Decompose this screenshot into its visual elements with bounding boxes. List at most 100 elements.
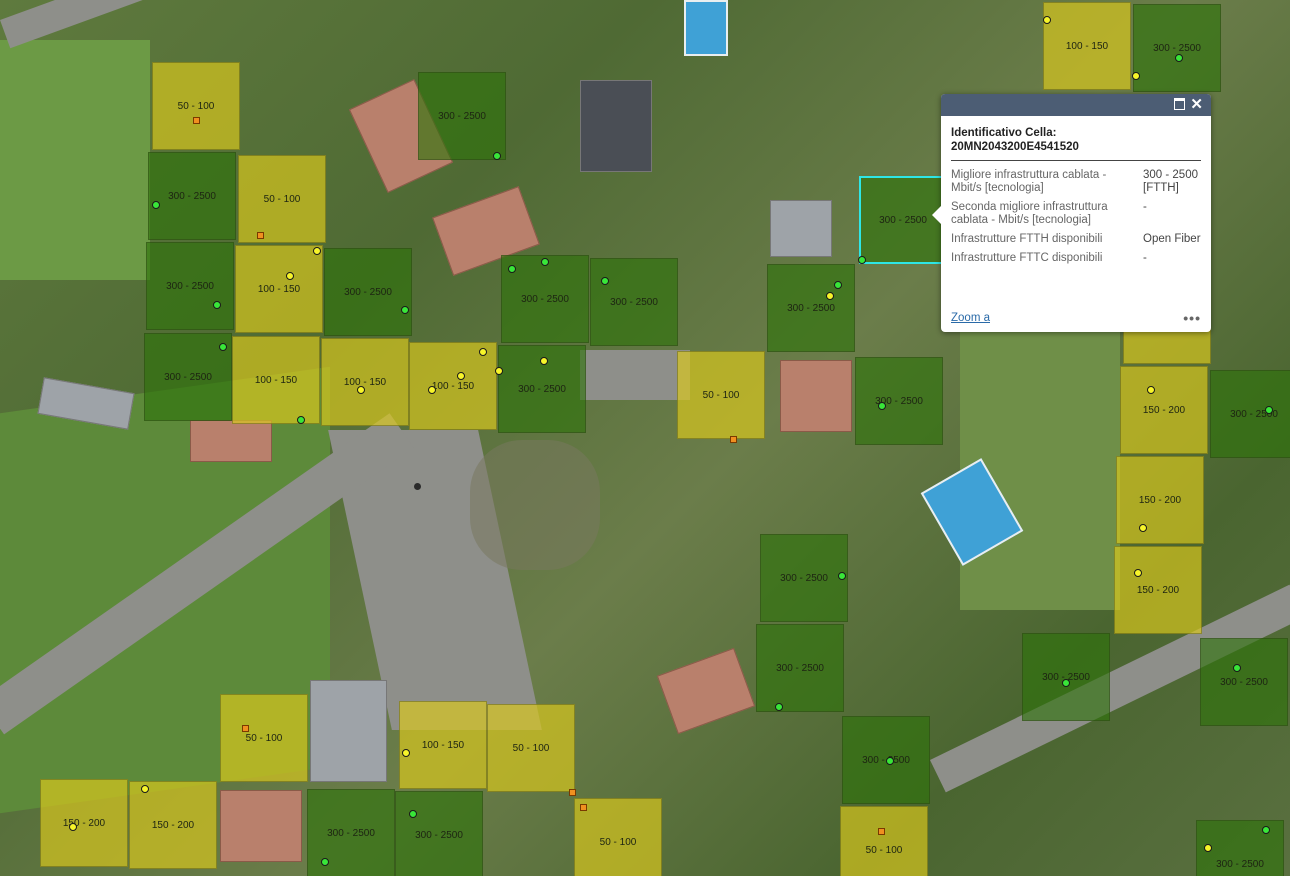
cell-speed-label: 300 - 2500 (776, 662, 824, 674)
coverage-cell[interactable]: 100 - 150 (232, 336, 320, 424)
copper-point-marker[interactable] (402, 749, 410, 757)
fiber-point-marker[interactable] (1265, 406, 1273, 414)
coverage-cell[interactable]: 100 - 150 (1043, 2, 1131, 90)
coverage-cell[interactable]: 300 - 2500 (148, 152, 236, 240)
cabinet-marker[interactable] (580, 804, 587, 811)
copper-point-marker[interactable] (1139, 524, 1147, 532)
copper-point-marker[interactable] (141, 785, 149, 793)
copper-point-marker[interactable] (69, 823, 77, 831)
fiber-point-marker[interactable] (1233, 664, 1241, 672)
cell-speed-label: 300 - 2500 (166, 280, 214, 292)
cabinet-marker[interactable] (193, 117, 200, 124)
coverage-cell[interactable]: 50 - 100 (487, 704, 575, 792)
coverage-cell[interactable]: 100 - 150 (235, 245, 323, 333)
coverage-cell[interactable]: 50 - 100 (840, 806, 928, 876)
map-view[interactable]: 50 - 100 300 - 2500 300 - 2500 50 - 100 … (0, 0, 1290, 876)
coverage-cell[interactable]: 300 - 2500 (1022, 633, 1110, 721)
coverage-cell[interactable]: 300 - 2500 (395, 791, 483, 876)
fiber-point-marker[interactable] (1062, 679, 1070, 687)
copper-point-marker[interactable] (457, 372, 465, 380)
cell-speed-label: 300 - 2500 (610, 296, 658, 308)
copper-point-marker[interactable] (1204, 844, 1212, 852)
copper-point-marker[interactable] (540, 357, 548, 365)
coverage-cell[interactable]: 300 - 2500 (756, 624, 844, 712)
fiber-point-marker[interactable] (1175, 54, 1183, 62)
copper-point-marker[interactable] (495, 367, 503, 375)
copper-point-marker[interactable] (357, 386, 365, 394)
fiber-point-marker[interactable] (213, 301, 221, 309)
coverage-cell[interactable]: 150 - 200 (1116, 456, 1204, 544)
more-options-icon[interactable]: ••• (1183, 310, 1201, 326)
coverage-cell[interactable]: 300 - 2500 (590, 258, 678, 346)
cabinet-marker[interactable] (569, 789, 576, 796)
copper-point-marker[interactable] (1132, 72, 1140, 80)
coverage-cell[interactable]: 300 - 2500 (1133, 4, 1221, 92)
cell-speed-label: 150 - 200 (1142, 404, 1186, 416)
cell-speed-label: 100 - 150 (343, 376, 387, 388)
fiber-point-marker[interactable] (321, 858, 329, 866)
copper-point-marker[interactable] (479, 348, 487, 356)
coverage-cell[interactable]: 50 - 100 (238, 155, 326, 243)
cabinet-marker[interactable] (730, 436, 737, 443)
building-roof (770, 200, 832, 257)
close-icon[interactable]: ✕ (1190, 95, 1203, 115)
coverage-cell[interactable]: 150 - 200 (129, 781, 217, 869)
fiber-point-marker[interactable] (878, 402, 886, 410)
fiber-point-marker[interactable] (838, 572, 846, 580)
fiber-point-marker[interactable] (541, 258, 549, 266)
attribute-row: Infrastrutture FTTH disponibili Open Fib… (951, 233, 1203, 252)
attribute-row: Infrastrutture FTTC disponibili - (951, 252, 1203, 271)
coverage-cell[interactable]: 150 - 200 (1120, 366, 1208, 454)
fiber-point-marker[interactable] (401, 306, 409, 314)
copper-point-marker[interactable] (1134, 569, 1142, 577)
fiber-point-marker[interactable] (297, 416, 305, 424)
popup-header: ✕ (941, 94, 1211, 116)
cell-speed-label: 300 - 2500 (780, 572, 828, 584)
copper-point-marker[interactable] (286, 272, 294, 280)
copper-point-marker[interactable] (1043, 16, 1051, 24)
fiber-point-marker[interactable] (152, 201, 160, 209)
coverage-cell[interactable]: 300 - 2500 (1210, 370, 1290, 458)
cell-speed-label: 100 - 150 (257, 283, 301, 295)
coverage-cell[interactable]: 150 - 200 (1114, 546, 1202, 634)
coverage-cell[interactable]: 300 - 2500 (1200, 638, 1288, 726)
cabinet-marker[interactable] (242, 725, 249, 732)
fiber-point-marker[interactable] (601, 277, 609, 285)
fiber-point-marker[interactable] (834, 281, 842, 289)
fiber-point-marker[interactable] (508, 265, 516, 273)
coverage-cell[interactable]: 50 - 100 (220, 694, 308, 782)
coverage-cell[interactable]: 50 - 100 (574, 798, 662, 876)
cell-speed-label: 300 - 2500 (518, 383, 566, 395)
cell-speed-label: 100 - 150 (421, 739, 465, 751)
coverage-cell[interactable]: 50 - 100 (152, 62, 240, 150)
popup-footer: Zoom a ••• (951, 310, 1201, 326)
cell-speed-label: 50 - 100 (263, 193, 301, 205)
coverage-cell[interactable]: 50 - 100 (677, 351, 765, 439)
map-location-marker[interactable] (414, 483, 421, 490)
copper-point-marker[interactable] (1147, 386, 1155, 394)
cabinet-marker[interactable] (878, 828, 885, 835)
coverage-cell[interactable]: 100 - 150 (321, 338, 409, 426)
coverage-cell[interactable]: 300 - 2500 (767, 264, 855, 352)
maximize-icon[interactable] (1174, 98, 1185, 110)
coverage-cell[interactable]: 300 - 2500 (760, 534, 848, 622)
fiber-point-marker[interactable] (858, 256, 866, 264)
fiber-point-marker[interactable] (493, 152, 501, 160)
fiber-point-marker[interactable] (219, 343, 227, 351)
cabinet-marker[interactable] (257, 232, 264, 239)
coverage-cell[interactable]: 300 - 2500 (146, 242, 234, 330)
coverage-cell[interactable]: 100 - 150 (399, 701, 487, 789)
fiber-point-marker[interactable] (886, 757, 894, 765)
fiber-point-marker[interactable] (775, 703, 783, 711)
fiber-point-marker[interactable] (409, 810, 417, 818)
coverage-cell[interactable]: 300 - 2500 (418, 72, 506, 160)
coverage-cell[interactable]: 150 - 200 (40, 779, 128, 867)
fiber-point-marker[interactable] (1262, 826, 1270, 834)
copper-point-marker[interactable] (428, 386, 436, 394)
coverage-cell[interactable]: 300 - 2500 (855, 357, 943, 445)
copper-point-marker[interactable] (826, 292, 834, 300)
cell-speed-label: 50 - 100 (702, 389, 740, 401)
zoom-to-link[interactable]: Zoom a (951, 312, 990, 324)
coverage-cell[interactable]: 300 - 2500 (324, 248, 412, 336)
copper-point-marker[interactable] (313, 247, 321, 255)
